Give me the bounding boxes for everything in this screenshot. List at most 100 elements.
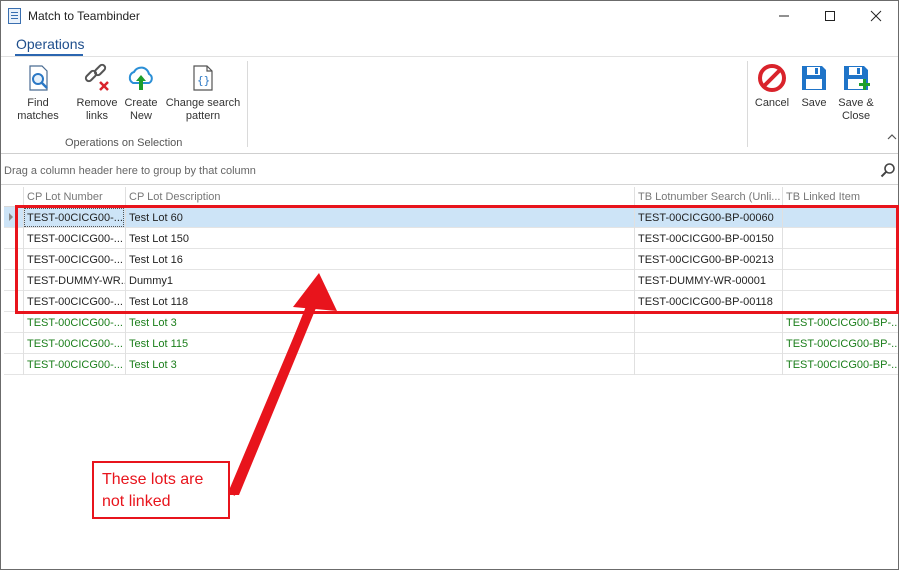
cell-tb-linked-item[interactable]: [782, 207, 898, 228]
cell-tb-lotnumber-search[interactable]: TEST-00CICG00-BP-00213: [634, 249, 782, 270]
broken-link-icon: [82, 63, 112, 93]
close-button[interactable]: [853, 1, 899, 31]
collapse-ribbon-button[interactable]: [887, 133, 897, 144]
close-icon: [870, 10, 882, 22]
remove-links-label-line1: Remove: [75, 97, 119, 110]
title-bar: Match to Teambinder: [1, 1, 898, 31]
cell-tb-linked-item[interactable]: [782, 270, 898, 291]
table-row[interactable]: TEST-00CICG00-... Test Lot 150 TEST-00CI…: [4, 228, 898, 249]
annotation-text-line2: not linked: [102, 491, 228, 513]
save-button[interactable]: Save: [798, 63, 830, 110]
floppy-disk-icon: [799, 63, 829, 93]
cell-cp-lot-number[interactable]: TEST-00CICG00-...: [23, 207, 125, 228]
cell-cp-lot-number[interactable]: TEST-00CICG00-...: [23, 354, 125, 375]
tab-operations[interactable]: Operations: [16, 36, 84, 52]
cell-tb-lotnumber-search[interactable]: [634, 312, 782, 333]
find-matches-button[interactable]: Find matches: [5, 63, 71, 123]
create-new-label-line1: Create: [121, 97, 161, 110]
floppy-disk-plus-icon: [841, 63, 871, 93]
maximize-button[interactable]: [807, 1, 853, 31]
group-label-operations-on-selection: Operations on Selection: [65, 137, 182, 149]
save-label: Save: [798, 97, 830, 110]
save-and-close-label-line2: Close: [836, 110, 876, 123]
cell-tb-lotnumber-search[interactable]: [634, 354, 782, 375]
cell-cp-lot-number[interactable]: TEST-00CICG00-...: [23, 312, 125, 333]
ribbon-group-separator: [747, 61, 748, 147]
remove-links-button[interactable]: Remove links: [75, 63, 119, 123]
cell-tb-lotnumber-search[interactable]: TEST-00CICG00-BP-00150: [634, 228, 782, 249]
cell-tb-linked-item[interactable]: TEST-00CICG00-BP-...: [782, 312, 898, 333]
match-to-teambinder-window: Match to Teambinder Operations Find matc…: [0, 0, 899, 570]
row-indicator: [4, 291, 23, 312]
maximize-icon: [824, 10, 836, 22]
cell-tb-lotnumber-search[interactable]: TEST-00CICG00-BP-00118: [634, 291, 782, 312]
grid-header: CP Lot Number CP Lot Description TB Lotn…: [4, 187, 898, 207]
minimize-icon: [778, 10, 790, 22]
table-row[interactable]: TEST-00CICG00-... Test Lot 3 TEST-00CICG…: [4, 312, 898, 333]
cell-tb-linked-item[interactable]: [782, 249, 898, 270]
minimize-button[interactable]: [761, 1, 807, 31]
braces-document-icon: {}: [188, 63, 218, 93]
row-indicator-icon: [4, 207, 23, 228]
ribbon-group-separator: [247, 61, 248, 147]
chevron-up-icon: [887, 133, 897, 141]
app-icon: [8, 8, 21, 24]
group-by-hint: Drag a column header here to group by th…: [4, 165, 256, 177]
cell-tb-lotnumber-search[interactable]: [634, 333, 782, 354]
lots-grid: CP Lot Number CP Lot Description TB Lotn…: [4, 187, 898, 375]
column-header-tb-linked-item[interactable]: TB Linked Item: [782, 187, 898, 207]
table-row[interactable]: TEST-00CICG00-... Test Lot 60 TEST-00CIC…: [4, 207, 898, 228]
cell-cp-lot-description[interactable]: Test Lot 3: [125, 354, 634, 375]
table-row[interactable]: TEST-00CICG00-... Test Lot 118 TEST-00CI…: [4, 291, 898, 312]
cell-cp-lot-description[interactable]: Dummy1: [125, 270, 634, 291]
cell-cp-lot-number[interactable]: TEST-00CICG00-...: [23, 249, 125, 270]
create-new-label-line2: New: [121, 110, 161, 123]
change-search-pattern-label-line1: Change search: [164, 97, 242, 110]
find-matches-label: Find matches: [5, 97, 71, 123]
cell-tb-linked-item[interactable]: TEST-00CICG00-BP-...: [782, 333, 898, 354]
row-indicator: [4, 270, 23, 291]
cell-cp-lot-description[interactable]: Test Lot 60: [125, 207, 634, 228]
group-by-panel[interactable]: Drag a column header here to group by th…: [1, 157, 898, 185]
svg-text:{}: {}: [197, 74, 210, 87]
column-header-cp-lot-number[interactable]: CP Lot Number: [23, 187, 125, 207]
table-row[interactable]: TEST-DUMMY-WR... Dummy1 TEST-DUMMY-WR-00…: [4, 270, 898, 291]
save-and-close-label-line1: Save &: [836, 97, 876, 110]
table-row[interactable]: TEST-00CICG00-... Test Lot 3 TEST-00CICG…: [4, 354, 898, 375]
no-entry-icon: [757, 63, 787, 93]
annotation-callout: These lots are not linked: [92, 461, 230, 519]
cell-cp-lot-number[interactable]: TEST-00CICG00-...: [23, 291, 125, 312]
row-indicator: [4, 312, 23, 333]
cell-cp-lot-description[interactable]: Test Lot 118: [125, 291, 634, 312]
cell-cp-lot-number[interactable]: TEST-00CICG00-...: [23, 228, 125, 249]
remove-links-label-line2: links: [75, 110, 119, 123]
cell-tb-lotnumber-search[interactable]: TEST-DUMMY-WR-00001: [634, 270, 782, 291]
cell-tb-linked-item[interactable]: [782, 291, 898, 312]
change-search-pattern-label-line2: pattern: [164, 110, 242, 123]
cell-cp-lot-description[interactable]: Test Lot 115: [125, 333, 634, 354]
cell-cp-lot-number[interactable]: TEST-DUMMY-WR...: [23, 270, 125, 291]
change-search-pattern-button[interactable]: {} Change search pattern: [164, 63, 242, 123]
cancel-button[interactable]: Cancel: [753, 63, 791, 110]
column-header-cp-lot-description[interactable]: CP Lot Description: [125, 187, 634, 207]
cell-tb-linked-item[interactable]: TEST-00CICG00-BP-...: [782, 354, 898, 375]
table-row[interactable]: TEST-00CICG00-... Test Lot 115 TEST-00CI…: [4, 333, 898, 354]
cloud-upload-icon: [126, 63, 156, 93]
create-new-button[interactable]: Create New: [121, 63, 161, 123]
magnifier-document-icon: [23, 63, 53, 93]
column-header-tb-lotnumber-search[interactable]: TB Lotnumber Search (Unli...: [634, 187, 782, 207]
cell-cp-lot-description[interactable]: Test Lot 150: [125, 228, 634, 249]
row-indicator: [4, 249, 23, 270]
row-indicator: [4, 354, 23, 375]
cell-tb-lotnumber-search[interactable]: TEST-00CICG00-BP-00060: [634, 207, 782, 228]
row-indicator: [4, 333, 23, 354]
cell-cp-lot-description[interactable]: Test Lot 3: [125, 312, 634, 333]
table-row[interactable]: TEST-00CICG00-... Test Lot 16 TEST-00CIC…: [4, 249, 898, 270]
cell-cp-lot-number[interactable]: TEST-00CICG00-...: [23, 333, 125, 354]
row-indicator: [4, 228, 23, 249]
search-icon[interactable]: [880, 162, 896, 178]
ribbon-divider: [1, 56, 898, 57]
save-and-close-button[interactable]: Save & Close: [836, 63, 876, 123]
cell-cp-lot-description[interactable]: Test Lot 16: [125, 249, 634, 270]
cell-tb-linked-item[interactable]: [782, 228, 898, 249]
